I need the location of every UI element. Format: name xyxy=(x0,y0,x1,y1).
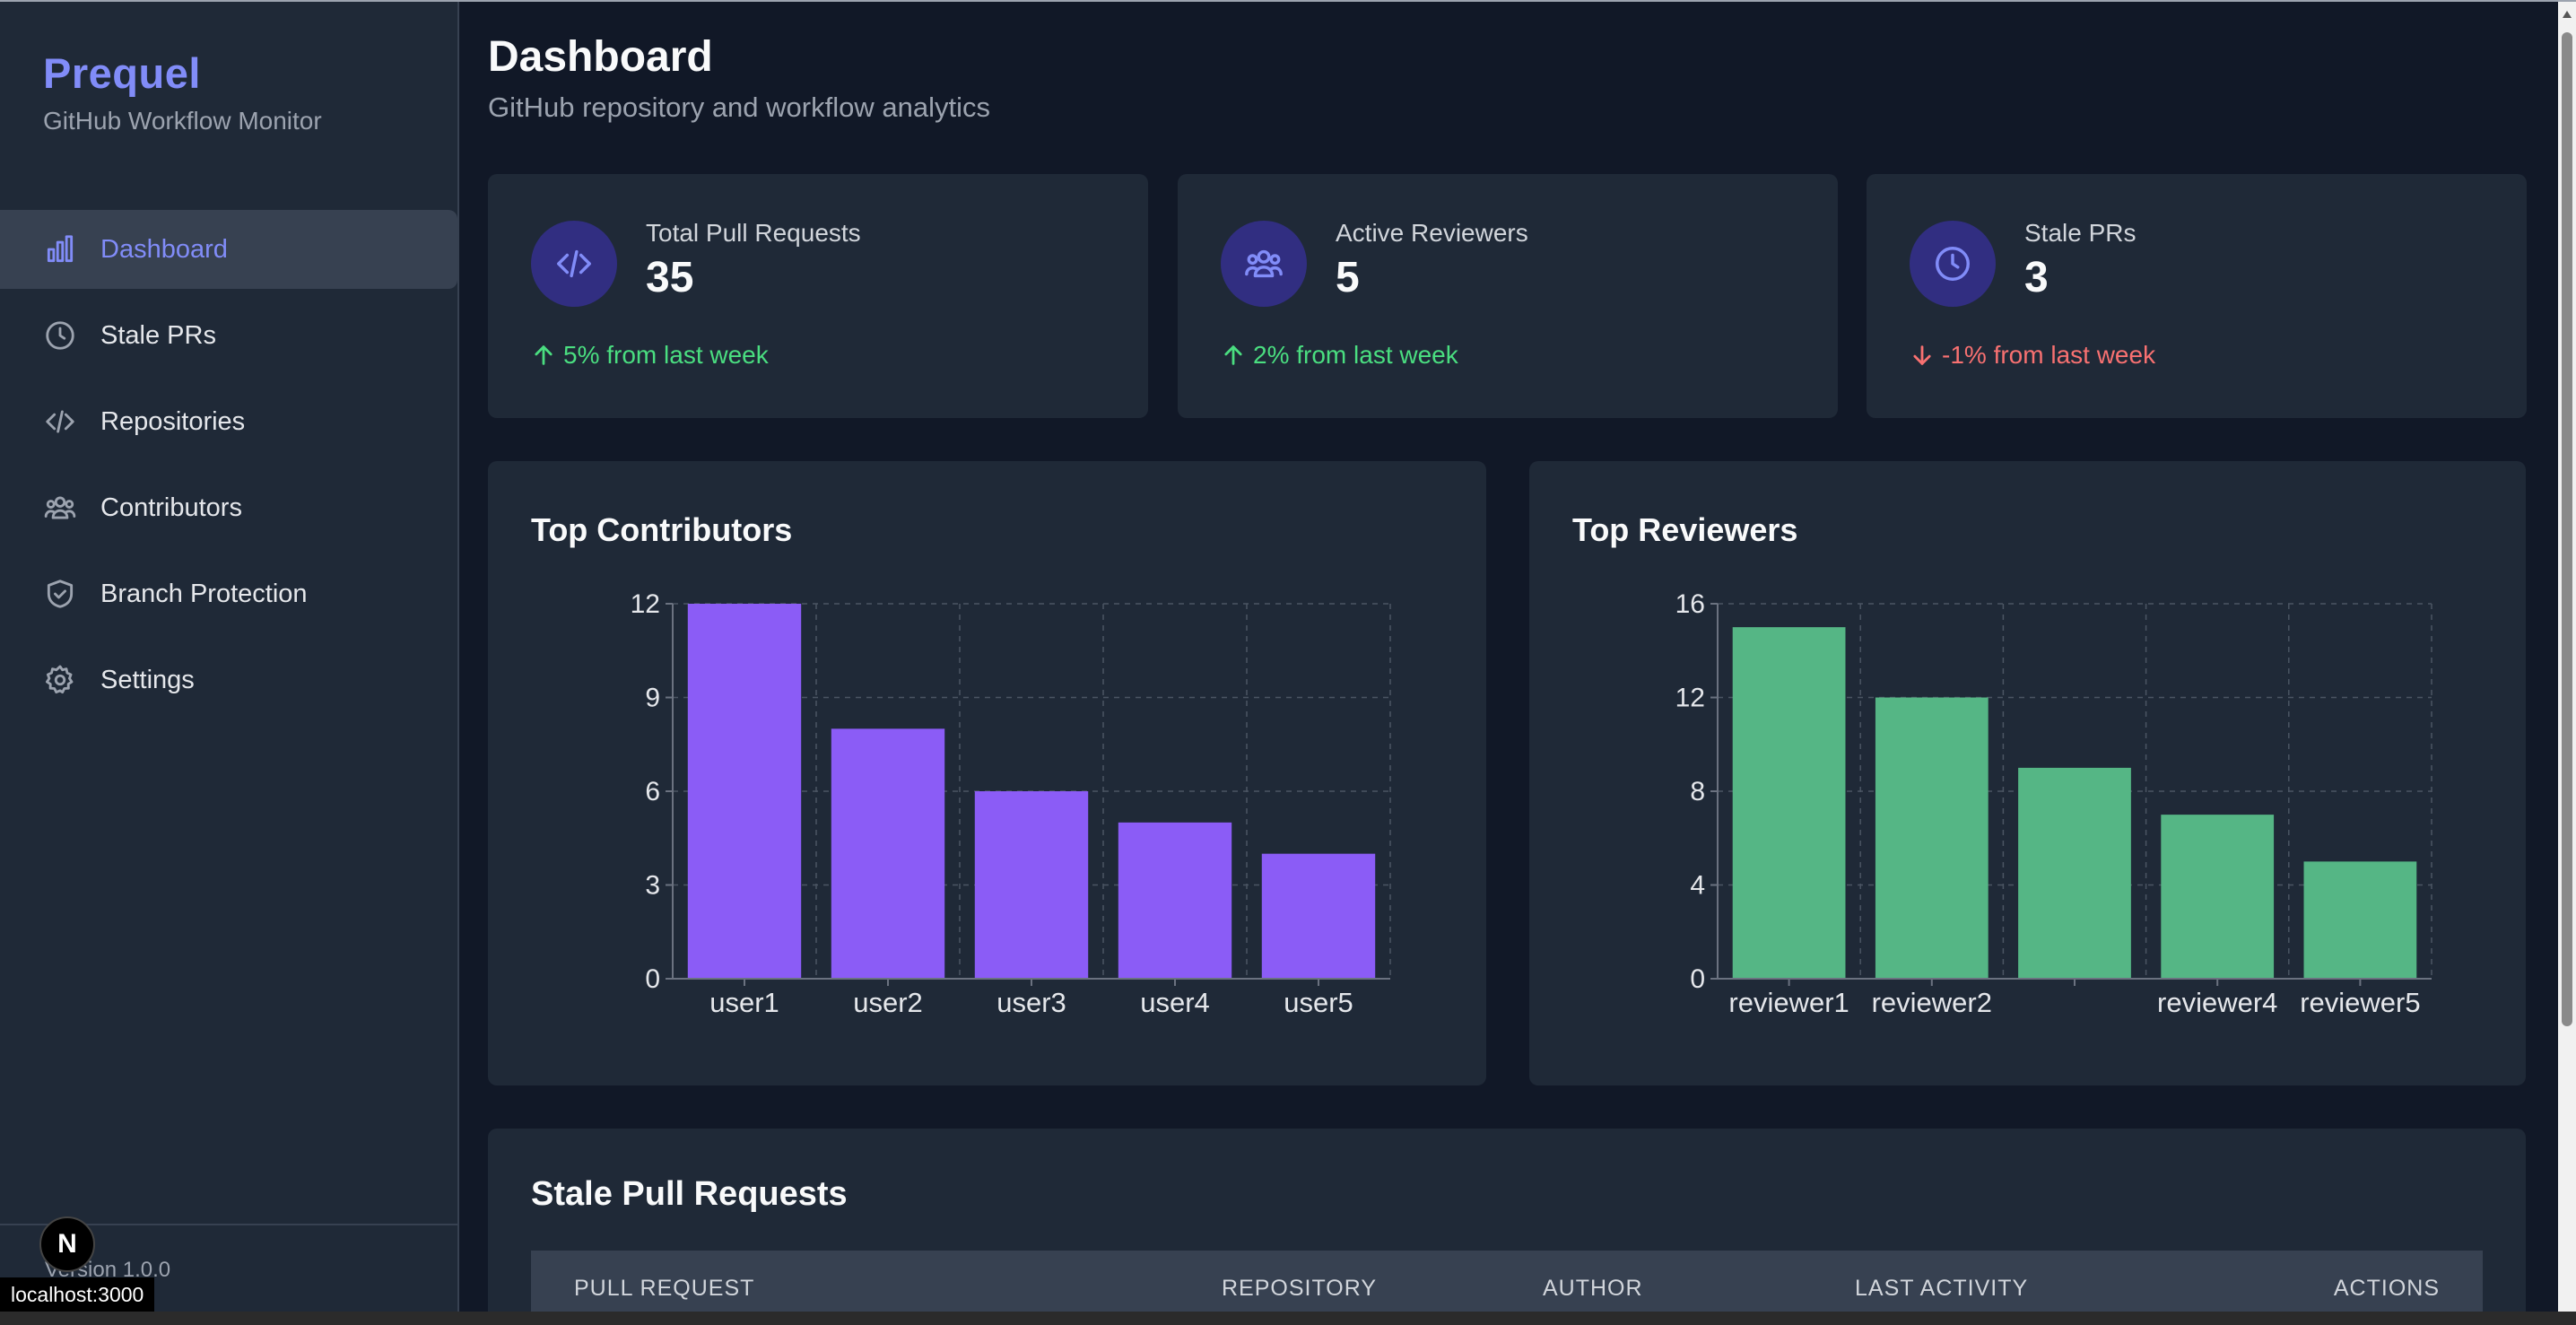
bar-reviewer4 xyxy=(2161,815,2275,979)
stat-change: 2% from last week xyxy=(1221,341,1458,370)
sidebar-item-contributors[interactable]: Contributors xyxy=(0,468,457,547)
bar-user4 xyxy=(1118,822,1232,979)
y-tick-label: 12 xyxy=(631,589,660,619)
stat-change: 5% from last week xyxy=(531,341,769,370)
stat-change: -1% from last week xyxy=(1910,341,2155,370)
top-contributors-card: Top Contributors 0 3 6 9 12 user1 user2 user3 us… xyxy=(488,461,1486,1085)
clock-icon xyxy=(43,318,77,353)
sidebar-item-label: Stale PRs xyxy=(100,320,216,350)
sidebar-item-label: Repositories xyxy=(100,406,246,436)
page-scrollbar[interactable] xyxy=(2558,2,2576,1312)
sidebar-item-settings[interactable]: Settings xyxy=(0,641,457,719)
y-tick-label: 4 xyxy=(1690,871,1705,901)
x-tick-label: user2 xyxy=(853,987,923,1018)
sidebar-item-label: Branch Protection xyxy=(100,579,308,608)
scrollbar-thumb[interactable] xyxy=(2562,32,2572,1026)
code-icon xyxy=(531,221,617,307)
top-reviewers-chart: 0 4 8 12 16 reviewer1 reviewer2 reviewer4 review… xyxy=(1675,589,2432,1018)
arrow-up-icon xyxy=(1224,345,1242,365)
bar-user2 xyxy=(831,728,945,979)
clock-icon xyxy=(1910,221,1996,307)
stat-change-text: 2% from last week xyxy=(1253,341,1458,369)
bar-user1 xyxy=(687,604,802,979)
bar-chart-icon xyxy=(43,232,77,266)
stat-change-text: -1% from last week xyxy=(1942,341,2156,369)
nextjs-dev-indicator[interactable]: N xyxy=(39,1216,95,1272)
column-header-last-activity[interactable]: LAST ACTIVITY xyxy=(1855,1276,2028,1302)
brand: Prequel GitHub Workflow Monitor xyxy=(43,48,322,135)
column-header-repository[interactable]: REPOSITORY xyxy=(1222,1276,1377,1302)
arrow-down-icon xyxy=(1913,345,1931,365)
y-tick-label: 9 xyxy=(645,684,660,713)
y-tick-label: 3 xyxy=(645,871,660,901)
y-tick-label: 16 xyxy=(1675,589,1705,619)
column-header-author[interactable]: AUTHOR xyxy=(1543,1276,1643,1302)
stat-card-active-reviewers: Active Reviewers 5 2% from last week xyxy=(1178,174,1838,418)
top-reviewers-card: Top Reviewers 0 4 8 12 16 reviewer1 reviewer2 r… xyxy=(1529,461,2526,1085)
window-bottom-strip xyxy=(0,1312,2576,1325)
y-tick-label: 0 xyxy=(1690,964,1705,994)
sidebar-item-dashboard[interactable]: Dashboard xyxy=(0,210,457,289)
table-title: Stale Pull Requests xyxy=(531,1175,848,1213)
sidebar-nav: Dashboard Stale PRs Repositories Contrib… xyxy=(0,210,459,727)
stat-value: 3 xyxy=(2024,254,2049,301)
bar-reviewer1 xyxy=(1732,627,1846,979)
x-tick-label: user5 xyxy=(1284,987,1353,1018)
top-contributors-chart: 0 3 6 9 12 user1 user2 user3 user4 user5 xyxy=(631,589,1391,1018)
sidebar-item-label: Settings xyxy=(100,665,195,694)
scroll-up-arrow-icon[interactable] xyxy=(2563,11,2572,18)
stat-card-total-prs: Total Pull Requests 35 5% from last week xyxy=(488,174,1148,418)
x-tick-label: reviewer4 xyxy=(2157,987,2277,1018)
code-icon xyxy=(43,405,77,439)
bar-user3 xyxy=(974,791,1089,979)
gear-icon xyxy=(43,663,77,697)
sidebar-item-label: Dashboard xyxy=(100,234,228,264)
stat-label: Total Pull Requests xyxy=(646,219,861,247)
sidebar-item-repositories[interactable]: Repositories xyxy=(0,382,457,461)
x-tick-label: reviewer1 xyxy=(1728,987,1849,1018)
column-header-actions[interactable]: ACTIONS xyxy=(2334,1276,2440,1302)
y-tick-label: 6 xyxy=(645,777,660,806)
stat-card-stale-prs: Stale PRs 3 -1% from last week xyxy=(1867,174,2527,418)
bar-reviewer2 xyxy=(1875,697,1989,979)
brand-subtitle: GitHub Workflow Monitor xyxy=(43,107,322,135)
sidebar: Prequel GitHub Workflow Monitor Dashboar… xyxy=(0,2,459,1312)
stat-change-text: 5% from last week xyxy=(563,341,769,369)
stat-label: Stale PRs xyxy=(2024,219,2137,247)
x-tick-label: reviewer5 xyxy=(2300,987,2420,1018)
stat-value: 5 xyxy=(1336,254,1360,301)
page-subtitle: GitHub repository and workflow analytics xyxy=(488,92,990,123)
sidebar-item-branch-protection[interactable]: Branch Protection xyxy=(0,554,457,633)
x-tick-label: user1 xyxy=(709,987,779,1018)
sidebar-item-stale-prs[interactable]: Stale PRs xyxy=(0,296,457,375)
y-tick-label: 0 xyxy=(645,964,660,994)
users-icon xyxy=(43,491,77,525)
page-title: Dashboard xyxy=(488,33,713,81)
status-url-tooltip: localhost:3000 xyxy=(0,1277,155,1312)
bar-reviewer3 xyxy=(2018,767,2131,979)
x-tick-label: user4 xyxy=(1140,987,1210,1018)
stat-label: Active Reviewers xyxy=(1336,219,1528,247)
stale-prs-card: Stale Pull Requests PULL REQUEST REPOSIT… xyxy=(488,1129,2526,1325)
y-tick-label: 12 xyxy=(1675,684,1705,713)
stat-value: 35 xyxy=(646,254,694,301)
arrow-up-icon xyxy=(535,345,553,365)
y-tick-label: 8 xyxy=(1690,777,1705,806)
column-header-pull-request[interactable]: PULL REQUEST xyxy=(574,1276,754,1302)
bar-user5 xyxy=(1261,853,1376,979)
brand-name[interactable]: Prequel xyxy=(43,48,322,98)
x-tick-label: user3 xyxy=(996,987,1066,1018)
users-icon xyxy=(1221,221,1307,307)
bar-reviewer5 xyxy=(2303,861,2417,979)
sidebar-item-label: Contributors xyxy=(100,493,242,522)
shield-icon xyxy=(43,577,77,611)
x-tick-label: reviewer2 xyxy=(1872,987,1992,1018)
